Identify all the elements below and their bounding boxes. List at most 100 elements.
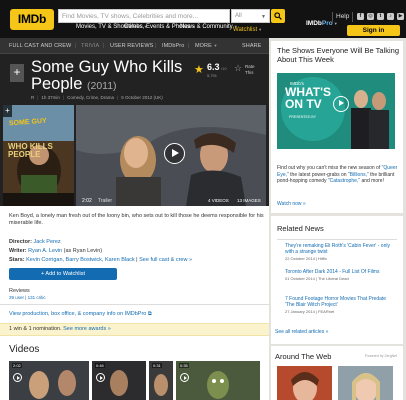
search-input[interactable]: Find Movies, TV shows, Celebrities and m…: [58, 9, 230, 23]
subnav-separator: |: [188, 43, 190, 49]
twitter-icon[interactable]: ♪: [387, 13, 394, 20]
news-meta: 22 October 2014 | Hitfix: [285, 256, 327, 261]
watch-now-link[interactable]: Watch now »: [277, 201, 306, 207]
director-link[interactable]: Jack Perez: [33, 239, 60, 245]
nav-label: News & Community: [180, 24, 233, 30]
writer-label: Writer:: [9, 248, 27, 254]
release-date[interactable]: 5 October 2012 (UK): [121, 95, 163, 100]
promo-desc-text: Find out why you can't miss the new seas…: [277, 165, 382, 171]
poster-image[interactable]: + SOME GUY WHO KILLS PEOPLE: [3, 105, 74, 206]
imdbpro-link[interactable]: IMDbPro▼: [306, 12, 338, 27]
subnav-separator: |: [155, 43, 157, 49]
news-item[interactable]: They're remaking Eli Roth's 'Cabin Fever…: [285, 243, 397, 261]
twitch-icon[interactable]: t: [377, 13, 384, 20]
news-item[interactable]: 7 Found Footage Horror Movies That Preda…: [285, 296, 397, 314]
around-web-image[interactable]: [338, 366, 393, 400]
promo-title: The Shows Everyone Will Be Talking About…: [277, 46, 399, 64]
play-icon[interactable]: [164, 143, 185, 164]
see-more-awards-link[interactable]: See more awards »: [63, 326, 111, 332]
news-headline[interactable]: 7 Found Footage Horror Movies That Preda…: [285, 296, 397, 308]
subnav-share[interactable]: SHARE: [242, 43, 261, 49]
sign-in-button[interactable]: Sign in: [347, 25, 400, 36]
title-meta: R | 1h 37min | Comedy, Crime, Drama | 5 Octobe…: [31, 95, 163, 100]
subnav-full-cast[interactable]: FULL CAST AND CREW: [9, 43, 71, 49]
news-meta: 01 October 2014 | The Liberal Dead: [285, 276, 349, 281]
subnav-more-label: MORE: [195, 43, 212, 49]
play-icon: [180, 373, 189, 382]
video-thumbnail[interactable]: 2:02: [9, 361, 89, 400]
zergnet-sponsor[interactable]: Powered by ZergNet: [365, 354, 397, 358]
reviews-label: Reviews: [9, 288, 30, 294]
nav-movies-tv[interactable]: Movies, TV & Showtimes▼: [76, 24, 148, 31]
see-full-cast-link[interactable]: See full cast & crew »: [139, 257, 192, 263]
search-icon: [274, 12, 282, 20]
title-subnav: FULL CAST AND CREW | TRIVIA | USER REVIE…: [0, 38, 269, 54]
around-web-image[interactable]: [277, 366, 332, 400]
external-link-icon: ⧉: [147, 311, 152, 317]
promo-presented: PRESENTED BY: [289, 115, 317, 119]
rate-this-label: Rate This: [245, 64, 255, 75]
play-icon[interactable]: [333, 96, 349, 112]
imdb-title-page: IMDb Find Movies, TV shows, Celebrities …: [0, 0, 406, 400]
videos-section-title: Videos: [9, 344, 40, 355]
subnav-trivia[interactable]: TRIVIA: [81, 43, 99, 49]
awards-text: 1 win & 1 nomination.: [9, 326, 62, 332]
help-link[interactable]: Help: [336, 13, 349, 20]
instagram-icon[interactable]: ◎: [367, 13, 374, 20]
add-to-watchlist-button[interactable]: + Add to Watchlist: [9, 268, 117, 280]
news-meta: 27 January 2014 | FEARnet: [285, 309, 335, 314]
nav-watchlist[interactable]: Watchlist▼: [233, 27, 262, 34]
news-item[interactable]: Toronto After Dark 2014 - Full List Of F…: [285, 269, 397, 281]
videos-link[interactable]: 4 VIDEOS: [208, 198, 229, 203]
nav-news[interactable]: News & Community▼: [180, 24, 238, 31]
subnav-more[interactable]: MORE ▼: [195, 43, 218, 49]
subnav-user-reviews[interactable]: USER REVIEWS: [110, 43, 153, 49]
around-art: [338, 366, 393, 400]
top-navigation: IMDb Find Movies, TV shows, Celebrities …: [0, 0, 406, 38]
see-all-articles-link[interactable]: See all related articles »: [275, 329, 328, 335]
subnav-imdbpro[interactable]: IMDbPro: [162, 43, 184, 49]
billions-link[interactable]: "Billions,": [348, 172, 369, 178]
star-icon: ★: [194, 64, 204, 76]
reviews-links[interactable]: 39 user | 131 critic: [9, 295, 46, 300]
add-to-watchlist-ribbon[interactable]: +: [10, 64, 24, 82]
news-headline[interactable]: Toronto After Dark 2014 - Full List Of F…: [285, 269, 397, 275]
title-hero: FULL CAST AND CREW | TRIVIA | USER REVIE…: [0, 38, 269, 206]
stars-links[interactable]: Kevin Corrigan, Barry Bostwick, Karen Bl…: [26, 257, 135, 263]
around-the-web-title: Around The Web: [275, 352, 332, 361]
news-headline[interactable]: They're remaking Eli Roth's 'Cabin Fever…: [285, 243, 397, 255]
imdb-logo[interactable]: IMDb: [10, 9, 54, 30]
trailer-video[interactable]: 2:02 Trailer 4 VIDEOS 13 IMAGES: [76, 105, 266, 206]
chevron-down-icon: ▼: [261, 14, 266, 20]
promo-video[interactable]: IMDb's WHAT'S ON TV PRESENTED BY: [277, 73, 395, 149]
around-art: [277, 366, 332, 400]
video-duration: 2:02: [82, 198, 92, 204]
search-filter-select[interactable]: All ▼: [231, 9, 270, 23]
title-year[interactable]: (2011): [87, 80, 117, 92]
thumb-duration: 0:35: [179, 363, 189, 368]
catastrophe-link[interactable]: "Catastrophe,": [328, 178, 360, 184]
promo-desc-text: and more!: [360, 178, 384, 184]
divider: [277, 239, 397, 240]
images-link[interactable]: 13 IMAGES: [237, 198, 261, 203]
rating-count[interactable]: 5,791: [207, 73, 217, 78]
chevron-down-icon: ▼: [333, 21, 338, 26]
search-filter-label: All: [235, 13, 242, 19]
nav-label: Watchlist: [233, 27, 258, 33]
nav-celebs[interactable]: Celebs, Events & Photos▼: [124, 24, 195, 31]
pro-link-text: View production, box office, & company i…: [9, 311, 147, 317]
search-button[interactable]: [271, 9, 285, 23]
writer-link[interactable]: Ryan A. Levin: [28, 248, 62, 254]
video-thumbnail[interactable]: 0:31: [149, 361, 173, 400]
writer-note: (as Ryan Levin): [63, 248, 103, 254]
video-thumbnail[interactable]: 0:35: [176, 361, 260, 400]
facebook-icon[interactable]: f: [357, 13, 364, 20]
genres[interactable]: Comedy, Crime, Drama: [67, 95, 114, 100]
imdbpro-production-link[interactable]: View production, box office, & company i…: [9, 311, 152, 318]
main-column: FULL CAST AND CREW | TRIVIA | USER REVIE…: [0, 38, 269, 400]
youtube-icon[interactable]: ▶: [397, 13, 404, 20]
rating-max: /10: [221, 66, 227, 71]
poster-add-icon[interactable]: +: [3, 105, 12, 117]
rate-this-button[interactable]: ☆ Rate This: [234, 62, 258, 78]
video-thumbnail[interactable]: 0:45: [92, 361, 146, 400]
